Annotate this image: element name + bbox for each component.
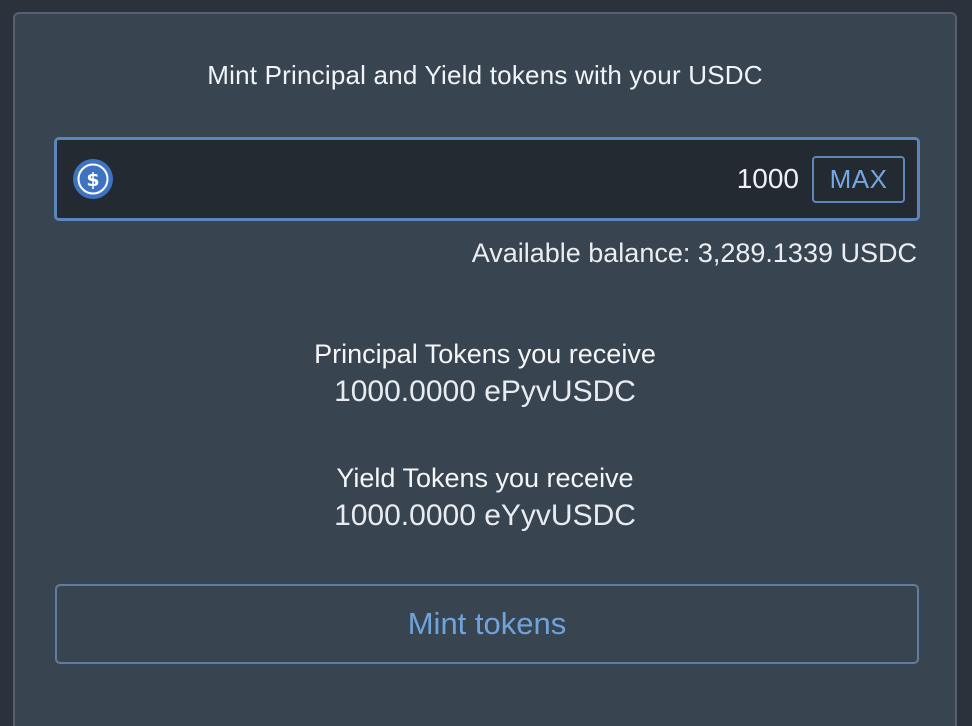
mint-card: Mint Principal and Yield tokens with you… xyxy=(13,12,957,726)
principal-tokens-section: Principal Tokens you receive 1000.0000 e… xyxy=(15,335,955,411)
usdc-icon: $ xyxy=(73,159,113,199)
yield-tokens-section: Yield Tokens you receive 1000.0000 eYyvU… xyxy=(15,459,955,535)
max-button[interactable]: MAX xyxy=(812,156,905,203)
principal-tokens-amount: 1000.0000 ePyvUSDC xyxy=(334,375,636,408)
card-heading: Mint Principal and Yield tokens with you… xyxy=(207,60,763,90)
principal-tokens-title: Principal Tokens you receive xyxy=(314,339,656,369)
yield-tokens-title: Yield Tokens you receive xyxy=(336,463,634,493)
available-balance: Available balance: 3,289.1339 USDC xyxy=(471,238,917,268)
amount-input-container[interactable]: $ MAX xyxy=(54,137,920,221)
svg-text:$: $ xyxy=(86,169,99,191)
yield-tokens-amount: 1000.0000 eYyvUSDC xyxy=(334,499,636,532)
amount-input[interactable] xyxy=(127,140,799,218)
mint-tokens-button[interactable]: Mint tokens xyxy=(55,584,919,664)
